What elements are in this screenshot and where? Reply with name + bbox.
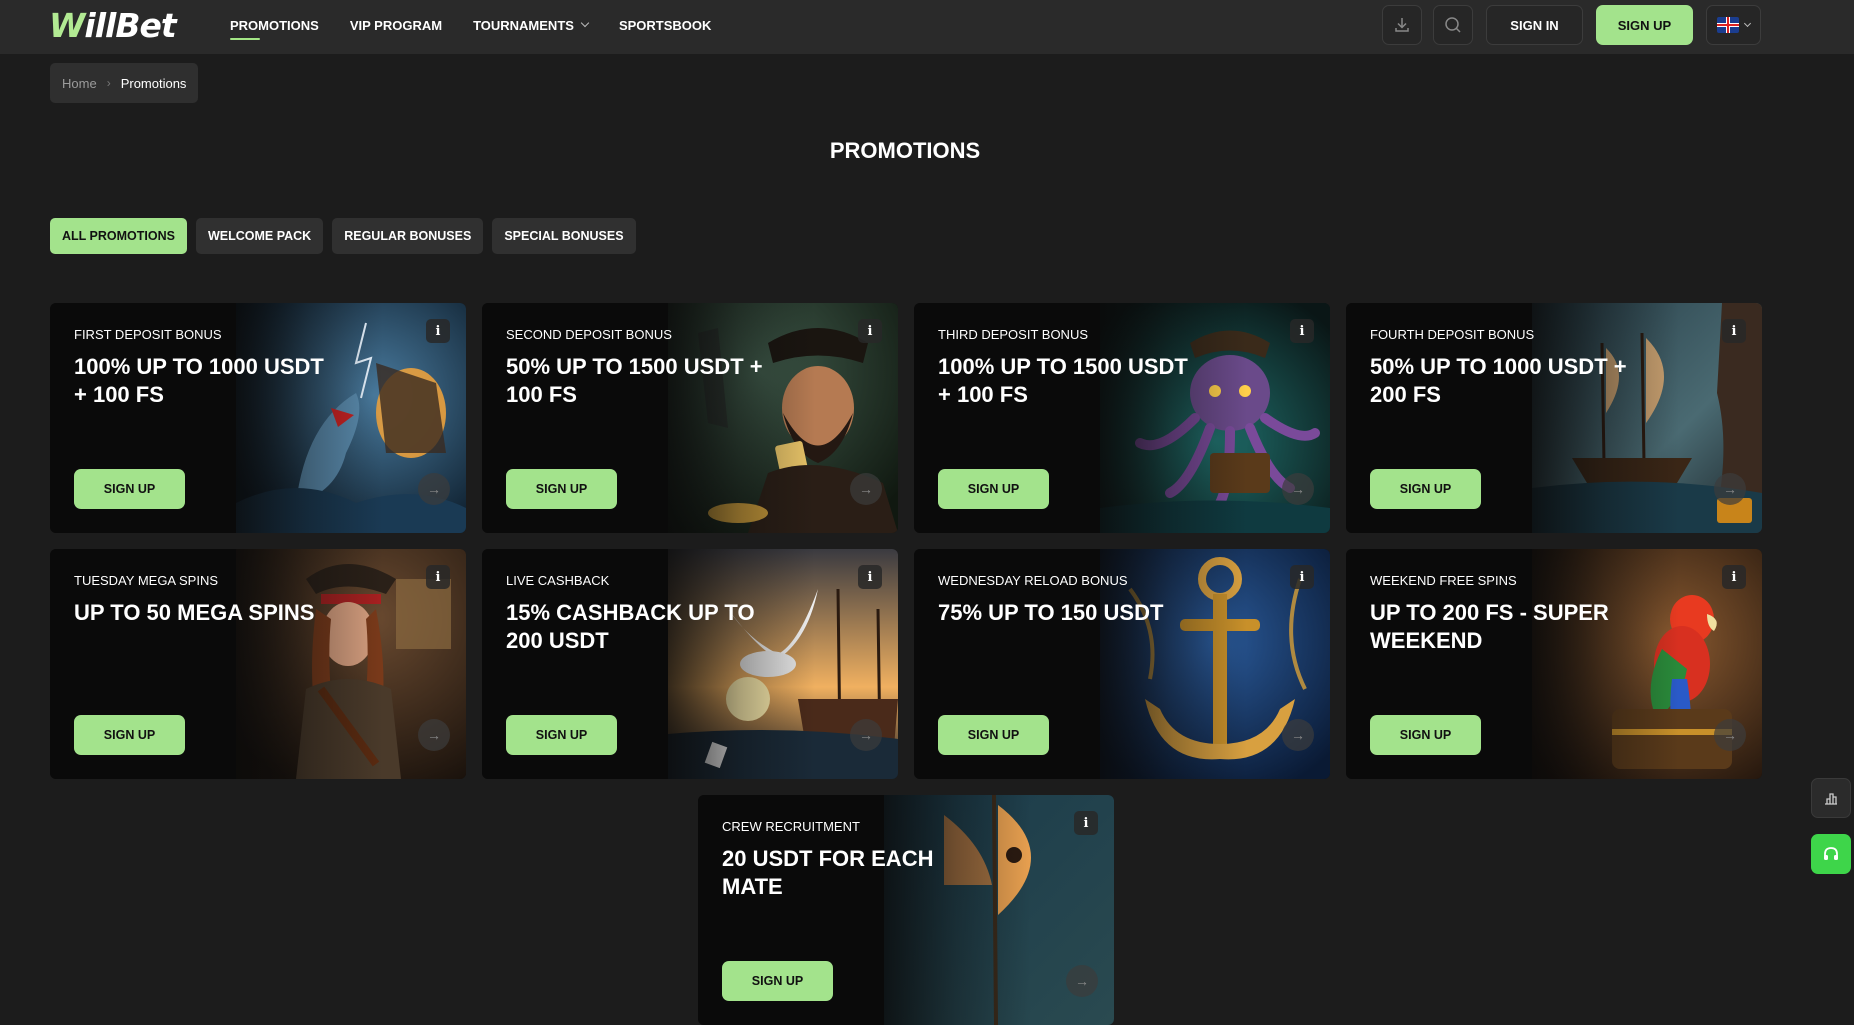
breadcrumb-current: Promotions	[120, 75, 187, 91]
top-header: WillBet PROMOTIONS VIP PROGRAM TOURNAMEN…	[0, 0, 1854, 54]
arrow-right-icon[interactable]: →	[1066, 965, 1098, 997]
arrow-right-icon[interactable]: →	[850, 473, 882, 505]
search-icon	[1445, 17, 1461, 33]
promo-subtitle: WEEKEND FREE SPINS	[1370, 573, 1517, 588]
promo-headline: 100% UP TO 1500 USDT + 100 FS	[938, 354, 1188, 407]
promo-card[interactable]: WEDNESDAY RELOAD BONUS 75% UP TO 150 USD…	[914, 549, 1330, 779]
arrow-right-icon[interactable]: →	[1714, 719, 1746, 751]
promo-sign-up-button[interactable]: SIGN UP	[938, 469, 1049, 509]
promo-subtitle: FOURTH DEPOSIT BONUS	[1370, 327, 1535, 342]
promo-headline: UP TO 50 MEGA SPINS	[74, 600, 315, 625]
promo-card[interactable]: WEEKEND FREE SPINS UP TO 200 FS - SUPER …	[1346, 549, 1762, 779]
nav-tournaments-label: TOURNAMENTS	[473, 17, 574, 33]
breadcrumb-home[interactable]: Home	[62, 76, 97, 91]
promo-sign-up-button[interactable]: SIGN UP	[1370, 469, 1481, 509]
promo-card[interactable]: LIVE CASHBACK 15% CASHBACK UP TO 200 USD…	[482, 549, 898, 779]
tab-welcome-pack[interactable]: WELCOME PACK	[195, 218, 324, 254]
chevron-right-icon: ›	[106, 76, 111, 90]
promo-sign-up-button[interactable]: SIGN UP	[506, 715, 617, 755]
arrow-right-icon[interactable]: →	[418, 473, 450, 505]
info-icon[interactable]: i	[1722, 565, 1746, 589]
arrow-right-icon[interactable]: →	[1282, 473, 1314, 505]
headset-icon	[1824, 847, 1838, 860]
info-icon[interactable]: i	[426, 319, 450, 343]
leaderboard-icon	[1825, 793, 1837, 805]
promo-subtitle: THIRD DEPOSIT BONUS	[938, 327, 1089, 342]
tab-all-promotions[interactable]: ALL PROMOTIONS	[50, 218, 187, 254]
nav-promotions[interactable]: PROMOTIONS	[230, 0, 319, 50]
sign-in-button[interactable]: SIGN IN	[1486, 5, 1583, 45]
info-icon[interactable]: i	[1290, 319, 1314, 343]
nav-tournaments[interactable]: TOURNAMENTS	[473, 0, 590, 50]
promo-subtitle: TUESDAY MEGA SPINS	[74, 573, 219, 588]
promo-card[interactable]: CREW RECRUITMENT 20 USDT FOR EACH MATE S…	[698, 795, 1114, 1025]
promo-headline: 100% UP TO 1000 USDT + 100 FS	[74, 354, 324, 407]
promo-sign-up-button[interactable]: SIGN UP	[1370, 715, 1481, 755]
promo-card[interactable]: FIRST DEPOSIT BONUS 100% UP TO 1000 USDT…	[50, 303, 466, 533]
promo-subtitle: FIRST DEPOSIT BONUS	[74, 327, 222, 342]
language-selector[interactable]	[1706, 5, 1761, 45]
promo-sign-up-button[interactable]: SIGN UP	[74, 469, 185, 509]
breadcrumb: Home › Promotions	[50, 63, 199, 103]
chevron-down-icon	[580, 18, 590, 28]
promotion-filter-tabs: ALL PROMOTIONS WELCOME PACK REGULAR BONU…	[50, 218, 645, 254]
promo-headline: 75% UP TO 150 USDT	[938, 600, 1164, 625]
promo-headline: UP TO 200 FS - SUPER WEEKEND	[1370, 600, 1609, 653]
info-icon[interactable]: i	[1074, 811, 1098, 835]
promo-subtitle: WEDNESDAY RELOAD BONUS	[938, 573, 1128, 588]
willbet-logo[interactable]: WillBet	[49, 6, 177, 45]
arrow-right-icon[interactable]: →	[1714, 473, 1746, 505]
promo-subtitle: LIVE CASHBACK	[506, 573, 610, 588]
info-icon[interactable]: i	[426, 565, 450, 589]
sign-up-button[interactable]: SIGN UP	[1596, 5, 1693, 45]
page-title: PROMOTIONS	[829, 138, 981, 163]
info-icon[interactable]: i	[1290, 565, 1314, 589]
download-button[interactable]	[1382, 5, 1422, 45]
arrow-right-icon[interactable]: →	[418, 719, 450, 751]
promo-headline: 20 USDT FOR EACH MATE	[722, 846, 934, 899]
uk-flag-icon	[1717, 17, 1739, 33]
promo-sign-up-button[interactable]: SIGN UP	[722, 961, 833, 1001]
info-icon[interactable]: i	[1722, 319, 1746, 343]
info-icon[interactable]: i	[858, 565, 882, 589]
leaderboard-button[interactable]	[1811, 778, 1851, 818]
promo-headline: 50% UP TO 1000 USDT + 200 FS	[1370, 354, 1627, 407]
promo-card[interactable]: TUESDAY MEGA SPINS UP TO 50 MEGA SPINS S…	[50, 549, 466, 779]
arrow-right-icon[interactable]: →	[850, 719, 882, 751]
promo-subtitle: CREW RECRUITMENT	[722, 819, 860, 834]
tab-regular-bonuses[interactable]: REGULAR BONUSES	[332, 218, 484, 254]
promo-headline: 50% UP TO 1500 USDT + 100 FS	[506, 354, 763, 407]
chevron-down-icon	[1743, 19, 1752, 27]
info-icon[interactable]: i	[858, 319, 882, 343]
promo-headline: 15% CASHBACK UP TO 200 USDT	[506, 600, 755, 653]
promo-sign-up-button[interactable]: SIGN UP	[74, 715, 185, 755]
promo-sign-up-button[interactable]: SIGN UP	[938, 715, 1049, 755]
promo-subtitle: SECOND DEPOSIT BONUS	[506, 327, 672, 342]
logo-text: illBet	[84, 6, 176, 45]
main-nav: PROMOTIONS VIP PROGRAM TOURNAMENTS SPORT…	[230, 0, 742, 50]
promo-card[interactable]: THIRD DEPOSIT BONUS 100% UP TO 1500 USDT…	[914, 303, 1330, 533]
nav-vip-program[interactable]: VIP PROGRAM	[350, 0, 442, 50]
arrow-right-icon[interactable]: →	[1282, 719, 1314, 751]
search-button[interactable]	[1433, 5, 1473, 45]
promo-card[interactable]: SECOND DEPOSIT BONUS 50% UP TO 1500 USDT…	[482, 303, 898, 533]
promo-card[interactable]: FOURTH DEPOSIT BONUS 50% UP TO 1000 USDT…	[1346, 303, 1762, 533]
nav-sportsbook[interactable]: SPORTSBOOK	[619, 0, 711, 50]
tab-special-bonuses[interactable]: SPECIAL BONUSES	[492, 218, 636, 254]
support-chat-button[interactable]	[1811, 834, 1851, 874]
download-icon	[1395, 18, 1409, 32]
promo-sign-up-button[interactable]: SIGN UP	[506, 469, 617, 509]
